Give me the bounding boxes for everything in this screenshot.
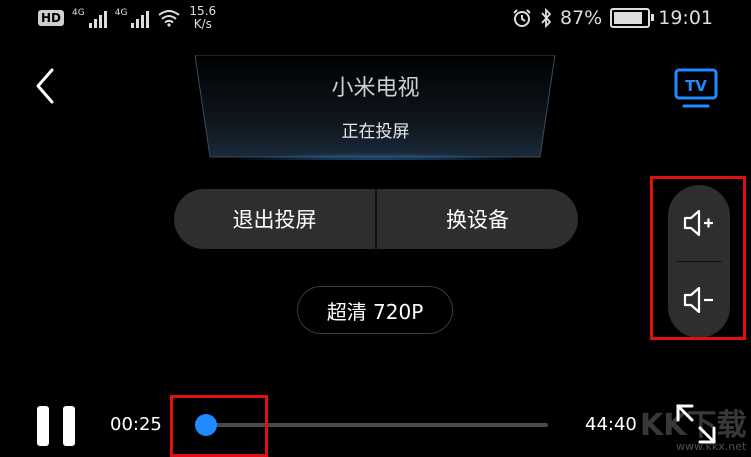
signal-strength-icon-2: 4G xyxy=(115,8,150,28)
hd-voice-icon: HD xyxy=(38,10,65,26)
casting-status: 正在投屏 xyxy=(341,122,410,142)
seek-highlight-box xyxy=(170,395,268,457)
battery-percent: 87% xyxy=(560,7,603,29)
exit-cast-button[interactable]: 退出投屏 xyxy=(174,189,375,249)
alarm-icon xyxy=(513,9,531,27)
battery-icon xyxy=(610,8,655,28)
elapsed-time: 00:25 xyxy=(110,414,162,435)
volume-highlight-box xyxy=(650,176,746,340)
device-name: 小米电视 xyxy=(331,76,420,101)
signal-strength-icon: 4G xyxy=(72,8,107,28)
quality-button[interactable]: 超清 720P xyxy=(297,286,453,334)
clock: 19:01 xyxy=(658,7,713,29)
switch-device-button[interactable]: 换设备 xyxy=(377,189,578,249)
network-type-label: 4G xyxy=(72,8,85,18)
status-bar-left: HD 4G 4G 15.6 K/s xyxy=(38,5,216,31)
cast-actions: 退出投屏 换设备 xyxy=(174,189,578,249)
bluetooth-icon xyxy=(541,8,552,28)
network-speed-unit: K/s xyxy=(193,17,212,31)
network-speed: 15.6 K/s xyxy=(189,5,216,31)
pause-button[interactable] xyxy=(37,406,75,446)
total-time: 44:40 xyxy=(585,414,637,435)
status-bar: HD 4G 4G 15.6 K/s 87% 19:01 xyxy=(0,0,751,36)
network-speed-value: 15.6 xyxy=(189,4,217,18)
fullscreen-icon[interactable] xyxy=(672,400,720,448)
network-type-label-2: 4G xyxy=(114,8,128,18)
battery-fill xyxy=(614,12,642,24)
wifi-icon xyxy=(158,10,181,27)
status-bar-right: 87% 19:01 xyxy=(512,7,713,29)
